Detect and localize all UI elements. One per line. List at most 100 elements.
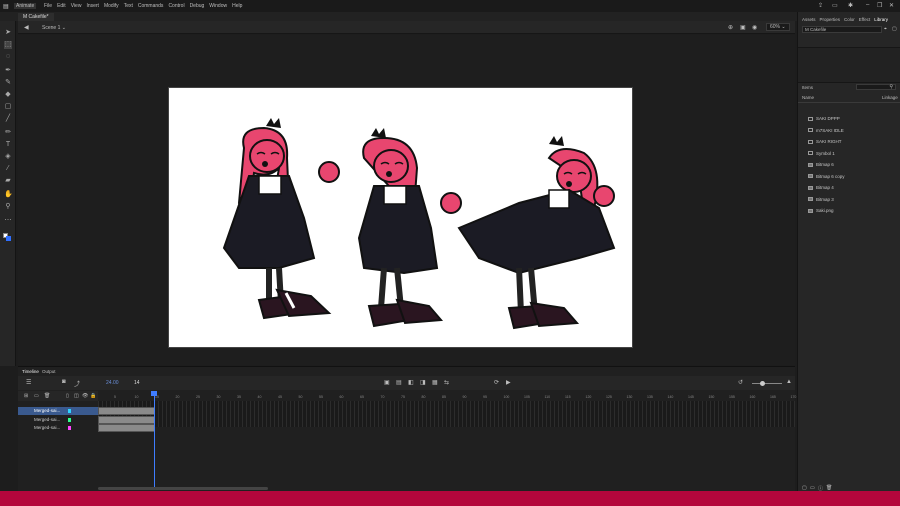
- library-item[interactable]: Bitmap 6: [808, 162, 834, 168]
- selection-tool-icon[interactable]: ➤: [4, 29, 12, 37]
- share-icon[interactable]: ⇪: [818, 2, 823, 9]
- hand-tool-icon[interactable]: ✋: [4, 191, 13, 199]
- visibility-icon[interactable]: 👁: [82, 393, 88, 399]
- lasso-tool-icon[interactable]: ◌: [4, 53, 12, 61]
- insert-frame-icon[interactable]: ▦: [432, 379, 438, 386]
- menu-item-help[interactable]: Help: [232, 3, 242, 9]
- menu-item-insert[interactable]: Insert: [86, 3, 99, 9]
- playhead-handle[interactable]: [151, 391, 157, 396]
- menu-item-modify[interactable]: Modify: [104, 3, 119, 9]
- scene-selector[interactable]: Scene 1 ⌄: [42, 25, 66, 31]
- tab-timeline[interactable]: Timeline: [22, 369, 39, 374]
- rectangle-tool-icon[interactable]: ▢: [4, 103, 12, 111]
- close-icon[interactable]: ✕: [889, 2, 894, 9]
- canvas[interactable]: [168, 87, 633, 348]
- insert-keyframe-icon[interactable]: ◧: [408, 379, 414, 386]
- frame-span[interactable]: [98, 424, 155, 432]
- menu-item-file[interactable]: File: [44, 3, 52, 9]
- frames-grid[interactable]: [98, 401, 795, 427]
- fill-color-swatch[interactable]: [6, 236, 11, 241]
- layer-color-swatch[interactable]: [68, 426, 71, 430]
- free-transform-tool-icon[interactable]: ⬚: [4, 41, 12, 49]
- tween-icon[interactable]: ⇆: [444, 379, 449, 386]
- library-item[interactable]: Bitmap 4: [808, 185, 834, 191]
- column-header-linkage[interactable]: Linkage: [882, 95, 898, 100]
- edit-multiple-frames-icon[interactable]: ▤: [396, 379, 402, 386]
- library-item[interactable]: Bitmap 3: [808, 197, 834, 203]
- paint-bucket-icon[interactable]: ◈: [4, 153, 12, 161]
- text-tool-icon[interactable]: T: [4, 141, 12, 149]
- library-search-input[interactable]: ⚲: [856, 84, 896, 90]
- playhead[interactable]: [154, 391, 155, 489]
- column-header-name[interactable]: Name: [802, 95, 814, 100]
- tab-assets[interactable]: Assets: [802, 17, 816, 22]
- tab-properties[interactable]: Properties: [820, 17, 841, 22]
- line-tool-icon[interactable]: ╱: [4, 115, 12, 123]
- camera-icon[interactable]: ◉: [752, 24, 757, 31]
- new-folder-layer-icon[interactable]: ▭: [34, 393, 39, 399]
- menu-item-control[interactable]: Control: [168, 3, 184, 9]
- library-item[interactable]: SAKI DPPP: [808, 116, 840, 122]
- eraser-icon[interactable]: ▰: [4, 177, 12, 185]
- pin-icon[interactable]: ⌖: [884, 26, 887, 32]
- minimize-icon[interactable]: –: [866, 2, 869, 8]
- delete-layer-icon[interactable]: 🗑: [44, 393, 50, 399]
- library-item[interactable]: Symbol 1: [808, 151, 835, 157]
- layer-row[interactable]: Merged-sai...: [18, 416, 98, 424]
- pencil-tool-icon[interactable]: ✏: [4, 129, 12, 137]
- frame-span[interactable]: [98, 407, 155, 415]
- layer-row[interactable]: Merged-sai...: [18, 424, 98, 432]
- tab-color[interactable]: Color: [844, 17, 855, 22]
- menu-item-text[interactable]: Text: [124, 3, 133, 9]
- menu-item-window[interactable]: Window: [209, 3, 227, 9]
- library-item[interactable]: Saki.png: [808, 208, 834, 214]
- outline-icon[interactable]: ◫: [74, 393, 79, 399]
- library-item[interactable]: m7SAKI IDLE: [808, 128, 844, 134]
- menu-item-edit[interactable]: Edit: [57, 3, 66, 9]
- lock-icon[interactable]: 🔒: [90, 393, 96, 399]
- library-document-dropdown[interactable]: M Cakefile: [802, 26, 882, 33]
- library-item[interactable]: Bitmap 6 copy: [808, 174, 845, 180]
- frame-span[interactable]: [98, 415, 155, 424]
- layers-icon[interactable]: ☰: [26, 379, 31, 386]
- document-tab[interactable]: M Cakefile*: [18, 13, 54, 21]
- eyedropper-icon[interactable]: ⁄: [4, 165, 12, 173]
- app-menu-icon[interactable]: ▤: [3, 3, 9, 10]
- menu-item-debug[interactable]: Debug: [190, 3, 205, 9]
- settings-icon[interactable]: ✱: [848, 2, 853, 9]
- highlight-icon[interactable]: ▯: [66, 393, 69, 399]
- layer-color-swatch[interactable]: [68, 409, 71, 413]
- loop-icon[interactable]: ⟳: [494, 379, 499, 386]
- layer-color-swatch[interactable]: [68, 417, 71, 422]
- center-stage-icon[interactable]: ⊕: [728, 24, 733, 31]
- back-arrow-icon[interactable]: ◀: [24, 24, 29, 31]
- workspace-icon[interactable]: ▭: [832, 2, 838, 9]
- library-item[interactable]: SAKI RIGHT: [808, 139, 842, 145]
- graph-icon[interactable]: ⤴: [74, 379, 80, 388]
- more-tools-icon[interactable]: ⋯: [4, 217, 12, 225]
- tab-effect[interactable]: Effect: [859, 17, 870, 22]
- menu-item-commands[interactable]: Commands: [138, 3, 164, 9]
- frame-size-slider[interactable]: [752, 381, 782, 386]
- insert-blank-keyframe-icon[interactable]: ◨: [420, 379, 426, 386]
- current-frame-value[interactable]: 14: [134, 380, 140, 386]
- timeline-scrollbar[interactable]: [98, 487, 268, 490]
- fluid-brush-icon[interactable]: ◆: [4, 91, 12, 99]
- clip-icon[interactable]: ▣: [740, 24, 746, 31]
- fit-frames-icon[interactable]: ↺: [738, 379, 743, 386]
- zoom-tool-icon[interactable]: ⚲: [4, 203, 12, 211]
- tab-output[interactable]: Output: [42, 369, 56, 374]
- new-library-icon[interactable]: ▢: [892, 26, 897, 32]
- fps-value[interactable]: 24.00: [106, 380, 119, 386]
- play-icon[interactable]: ▶: [506, 379, 511, 386]
- layer-row[interactable]: Merged-sai...: [18, 407, 98, 415]
- mountain-icon[interactable]: ▲: [786, 379, 792, 385]
- maximize-icon[interactable]: ❐: [877, 2, 882, 9]
- menu-item-view[interactable]: View: [71, 3, 82, 9]
- pen-tool-icon[interactable]: ✒: [4, 67, 12, 75]
- brush-tool-icon[interactable]: ✎: [4, 79, 12, 87]
- onion-skin-icon[interactable]: ▣: [384, 379, 390, 386]
- zoom-dropdown[interactable]: 60% ⌄: [766, 23, 790, 31]
- camera-layer-icon[interactable]: ◙: [62, 379, 66, 385]
- tab-library[interactable]: Library: [874, 17, 888, 22]
